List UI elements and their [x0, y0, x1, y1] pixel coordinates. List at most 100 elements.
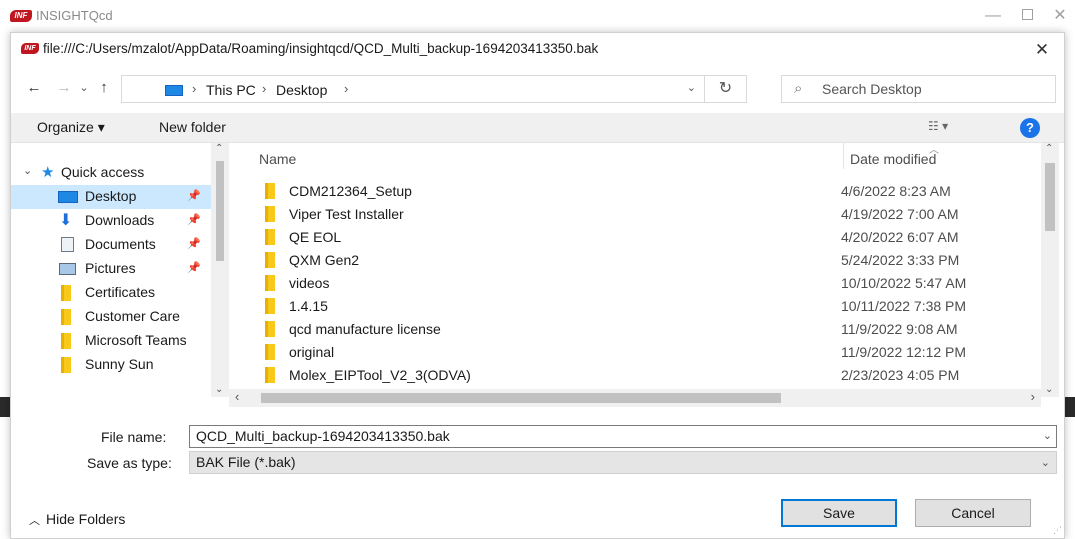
pin-icon[interactable]: 📌 — [187, 189, 201, 202]
dialog-titlebar: INF file:///C:/Users/mzalot/AppData/Roam… — [11, 33, 1064, 65]
breadcrumb-separator[interactable]: › — [262, 81, 266, 96]
app-title: INSIGHTQcd — [36, 8, 113, 23]
scroll-up-icon[interactable]: ⌃ — [215, 143, 223, 154]
pin-icon[interactable]: 📌 — [187, 213, 201, 226]
folder-icon — [61, 285, 71, 301]
sidebar-item-documents[interactable]: Documents 📌 — [11, 233, 211, 257]
app-logo-icon: INF — [10, 10, 32, 22]
sidebar-item-downloads[interactable]: ⬇ Downloads 📌 — [11, 209, 211, 233]
resize-grip-icon[interactable]: ⋰ — [1053, 525, 1062, 536]
sidebar-item-label: Customer Care — [85, 308, 180, 324]
search-input[interactable] — [822, 79, 1047, 99]
sidebar-item-sunny-sun[interactable]: Sunny Sun — [11, 353, 211, 377]
sidebar-item-quick-access[interactable]: ⌄ ★ Quick access — [11, 161, 211, 185]
scroll-left-icon[interactable]: ‹ — [235, 389, 239, 404]
pin-icon[interactable]: 📌 — [187, 237, 201, 250]
save-as-type-label: Save as type: — [87, 455, 172, 471]
star-icon: ★ — [41, 164, 55, 181]
dialog-close-button[interactable]: ✕ — [1030, 39, 1054, 61]
app-close-button[interactable]: ✕ — [1045, 4, 1075, 28]
chevron-down-icon[interactable]: ⌄ — [23, 164, 32, 177]
file-name: 1.4.15 — [289, 298, 328, 314]
dialog-title: file:///C:/Users/mzalot/AppData/Roaming/… — [43, 41, 599, 56]
recent-locations-button[interactable]: ⌄ — [73, 77, 95, 99]
file-name-value[interactable]: QCD_Multi_backup-1694203413350.bak — [196, 428, 450, 444]
file-row[interactable]: Viper Test Installer 4/19/2022 7:00 AM — [229, 202, 1029, 225]
pictures-icon — [59, 263, 76, 275]
breadcrumb-this-pc[interactable]: This PC — [206, 82, 256, 98]
app-titlebar: INF INSIGHTQcd — ✕ — [0, 0, 1075, 34]
navigation-pane-scrollbar[interactable]: ⌃ ⌄ — [211, 143, 229, 397]
this-pc-icon — [165, 85, 183, 96]
breadcrumb-separator[interactable]: › — [344, 81, 348, 96]
sidebar-item-label: Desktop — [85, 188, 137, 204]
file-date: 10/11/2022 7:38 PM — [841, 298, 967, 314]
folder-icon — [265, 275, 275, 291]
scroll-right-icon[interactable]: › — [1031, 389, 1035, 404]
sidebar-item-certificates[interactable]: Certificates — [11, 281, 211, 305]
file-date: 11/9/2022 12:12 PM — [841, 344, 967, 360]
hide-folders-button[interactable]: ︿ Hide Folders — [29, 511, 125, 528]
scrollbar-thumb[interactable] — [1045, 163, 1055, 231]
file-date: 11/9/2022 9:08 AM — [841, 321, 958, 337]
view-options-button[interactable]: ☷ ▾ — [928, 119, 948, 133]
file-row[interactable]: QXM Gen2 5/24/2022 3:33 PM — [229, 248, 1029, 271]
scrollbar-thumb[interactable] — [216, 161, 224, 261]
file-row[interactable]: original 11/9/2022 12:12 PM — [229, 340, 1029, 363]
folder-icon — [265, 344, 275, 360]
forward-button[interactable]: → — [53, 77, 75, 99]
save-as-type-select[interactable]: BAK File (*.bak) ⌄ — [189, 451, 1057, 474]
file-name-field[interactable]: QCD_Multi_backup-1694203413350.bak ⌄ — [189, 425, 1057, 448]
breadcrumb-separator[interactable]: › — [192, 81, 196, 96]
folder-icon — [265, 183, 275, 199]
chevron-down-icon[interactable]: ⌄ — [1043, 429, 1052, 442]
maximize-icon — [1021, 9, 1033, 20]
file-name: Molex_EIPTool_V2_3(ODVA) — [289, 367, 471, 383]
new-folder-button[interactable]: New folder — [159, 119, 226, 135]
search-box[interactable]: ⌕ — [781, 75, 1056, 103]
file-name: videos — [289, 275, 330, 291]
folder-icon — [61, 333, 71, 349]
column-divider[interactable] — [843, 143, 844, 169]
refresh-button[interactable]: ↻ — [705, 75, 747, 103]
address-bar[interactable]: › This PC › Desktop › ⌄ — [121, 75, 705, 103]
file-date: 4/19/2022 7:00 AM — [841, 206, 959, 222]
scrollbar-thumb[interactable] — [261, 393, 781, 403]
save-dialog: INF file:///C:/Users/mzalot/AppData/Roam… — [10, 32, 1065, 539]
cancel-button[interactable]: Cancel — [915, 499, 1031, 527]
sidebar-item-label: Pictures — [85, 260, 136, 276]
up-button[interactable]: ↑ — [93, 77, 115, 99]
minimize-button[interactable]: — — [978, 4, 1008, 28]
file-row[interactable]: Molex_EIPTool_V2_3(ODVA) 2/23/2023 4:05 … — [229, 363, 1029, 386]
chevron-down-icon[interactable]: ⌄ — [687, 81, 696, 94]
sidebar-item-desktop[interactable]: Desktop 📌 — [11, 185, 211, 209]
sidebar-item-pictures[interactable]: Pictures 📌 — [11, 257, 211, 281]
file-row[interactable]: QE EOL 4/20/2022 6:07 AM — [229, 225, 1029, 248]
chevron-down-icon[interactable]: ⌄ — [1041, 453, 1050, 474]
sidebar-item-customer-care[interactable]: Customer Care — [11, 305, 211, 329]
column-header-name[interactable]: Name — [259, 151, 296, 167]
file-row[interactable]: 1.4.15 10/11/2022 7:38 PM — [229, 294, 1029, 317]
file-list-horizontal-scrollbar[interactable]: ‹ › — [229, 389, 1041, 407]
file-row[interactable]: CDM212364_Setup 4/6/2022 8:23 AM — [229, 179, 1029, 202]
save-button[interactable]: Save — [781, 499, 897, 527]
folder-icon — [265, 298, 275, 314]
organize-button[interactable]: Organize ▾ — [37, 119, 105, 136]
file-list: Name ︿ Date modified CDM212364_Setup 4/6… — [229, 143, 1041, 397]
file-list-vertical-scrollbar[interactable]: ⌃ ⌄ — [1041, 143, 1059, 397]
scroll-down-icon[interactable]: ⌄ — [215, 384, 223, 395]
sidebar-item-label: Quick access — [61, 164, 145, 180]
scroll-down-icon[interactable]: ⌄ — [1045, 384, 1053, 395]
back-button[interactable]: ← — [23, 77, 45, 99]
breadcrumb-desktop[interactable]: Desktop — [276, 82, 327, 98]
pin-icon[interactable]: 📌 — [187, 261, 201, 274]
scroll-up-icon[interactable]: ⌃ — [1045, 143, 1053, 154]
help-button[interactable]: ? — [1020, 118, 1040, 138]
column-header-date-modified[interactable]: Date modified — [850, 151, 936, 167]
file-row[interactable]: videos 10/10/2022 5:47 AM — [229, 271, 1029, 294]
sidebar-item-microsoft-teams[interactable]: Microsoft Teams — [11, 329, 211, 353]
hide-folders-label: Hide Folders — [46, 511, 126, 527]
download-icon: ⬇ — [59, 212, 73, 229]
file-row[interactable]: qcd manufacture license 11/9/2022 9:08 A… — [229, 317, 1029, 340]
maximize-button[interactable] — [1012, 4, 1042, 28]
